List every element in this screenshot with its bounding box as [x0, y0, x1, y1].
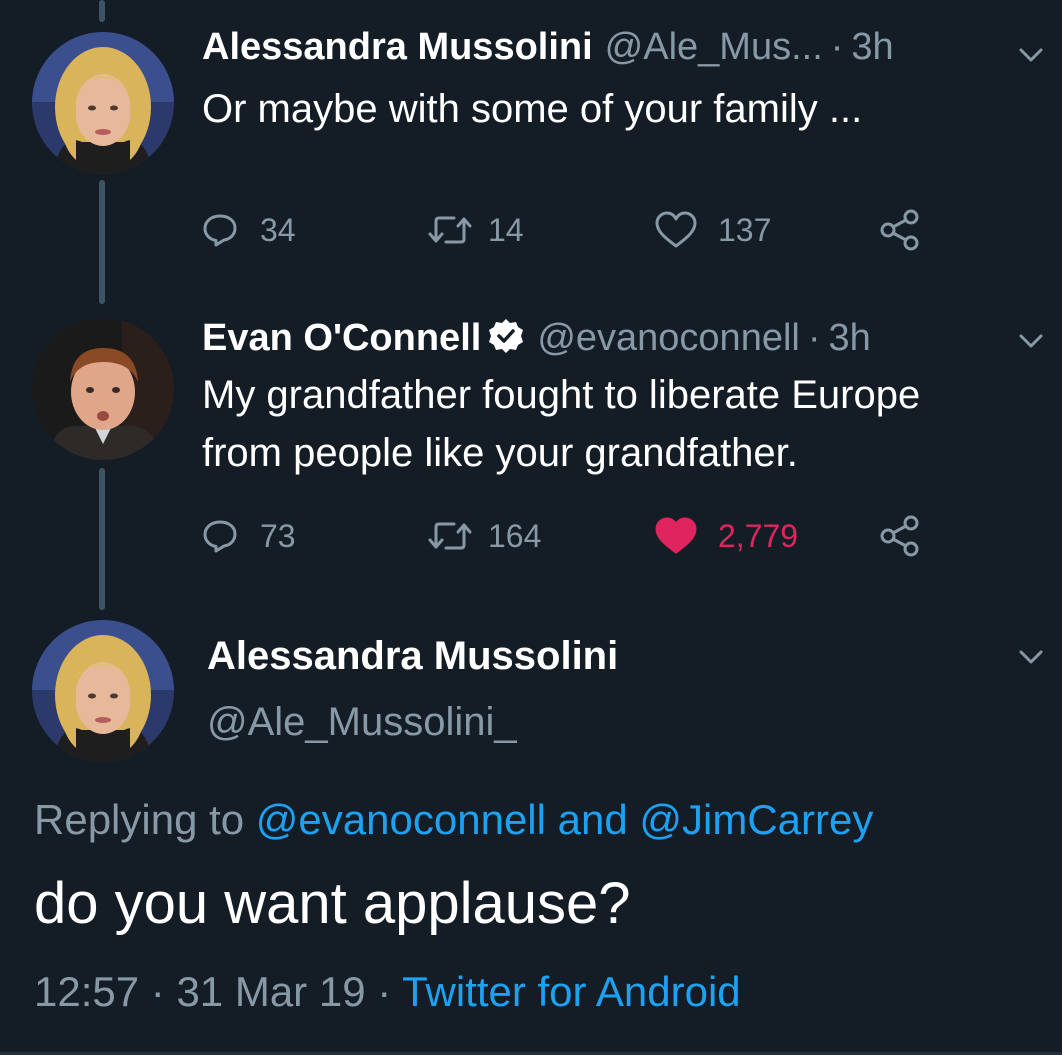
reply-icon: [203, 214, 237, 247]
tweet-date: 31 Mar 19: [176, 968, 366, 1015]
retweet-button[interactable]: 164: [428, 511, 541, 561]
share-icon: [880, 515, 919, 557]
tweet-header: Evan O'Connell @evanoconnell · 3h: [202, 312, 871, 360]
author-handle[interactable]: @evanoconnell: [537, 317, 800, 360]
blonde-woman-avatar-image: [32, 620, 174, 762]
thread-line-2: [99, 468, 105, 610]
reply-mention-link[interactable]: @evanoconnell: [256, 796, 546, 843]
like-count: 2,779: [718, 517, 799, 554]
red-haired-man-avatar-image: [32, 318, 174, 460]
separator-dot: ·: [150, 968, 165, 1015]
heart-icon: [655, 211, 697, 248]
retweet-icon: [428, 522, 472, 550]
retweet-button[interactable]: 14: [428, 205, 524, 255]
replying-to-label: Replying to: [34, 796, 245, 843]
like-button[interactable]: 2,779: [654, 511, 798, 561]
retweet-count: 14: [488, 211, 524, 248]
chevron-down-icon[interactable]: [1016, 642, 1046, 672]
author-handle[interactable]: @Ale_Mus...: [605, 26, 823, 69]
tweet-time: 12:57: [34, 968, 140, 1015]
tweet-text-line: from people like your grandfather.: [202, 431, 798, 475]
like-button[interactable]: 137: [654, 205, 771, 255]
author-handle[interactable]: @Ale_Mussolini_: [207, 700, 517, 745]
share-button[interactable]: [878, 205, 922, 255]
author-name[interactable]: Evan O'Connell: [202, 317, 481, 360]
verified-badge-icon: [489, 319, 524, 353]
avatar[interactable]: [32, 318, 174, 460]
retweet-count: 164: [488, 517, 542, 554]
reply-count: 73: [260, 517, 296, 554]
thread-line-1: [99, 180, 105, 304]
author-name[interactable]: Alessandra Mussolini: [207, 634, 618, 679]
reply-icon: [203, 520, 237, 553]
tweet-header: Alessandra Mussolini @Ale_Mus... · 3h: [202, 26, 894, 69]
reply-button[interactable]: 73: [202, 511, 296, 561]
tweet-time[interactable]: 3h: [829, 317, 871, 360]
like-count: 137: [718, 211, 772, 248]
separator-dot: ·: [830, 26, 844, 68]
tweet-meta: 12:57 · 31 Mar 19 · Twitter for Android: [34, 968, 741, 1016]
chevron-down-icon[interactable]: [1016, 40, 1046, 70]
tweet-text-line: Or maybe with some of your family ...: [202, 87, 863, 131]
replying-to: Replying to @evanoconnell and @JimCarrey: [34, 796, 873, 844]
blonde-woman-avatar-image: [32, 32, 174, 174]
avatar[interactable]: [32, 32, 174, 174]
tweet-source-link[interactable]: Twitter for Android: [402, 968, 740, 1015]
tweet-thread-page: Alessandra Mussolini @Ale_Mus... · 3h Or…: [0, 0, 1062, 1055]
reply-mention-link[interactable]: @JimCarrey: [639, 796, 873, 843]
avatar[interactable]: [32, 620, 174, 762]
retweet-icon: [428, 216, 472, 244]
share-button[interactable]: [878, 511, 922, 561]
reply-count: 34: [260, 211, 296, 248]
tweet-text: Or maybe with some of your family ...: [202, 80, 862, 138]
separator-dot: ·: [377, 968, 392, 1015]
separator-dot: ·: [807, 317, 821, 359]
tweet-time[interactable]: 3h: [851, 26, 893, 69]
thread-line-top: [99, 0, 105, 22]
reply-and-label[interactable]: and: [558, 796, 628, 843]
author-name[interactable]: Alessandra Mussolini: [202, 26, 593, 69]
share-icon: [880, 209, 919, 251]
tweet-text: do you want applause?: [34, 871, 631, 936]
chevron-down-icon[interactable]: [1016, 326, 1046, 356]
tweet-text-line: My grandfather fought to liberate Europe: [202, 373, 921, 417]
reply-button[interactable]: 34: [202, 205, 296, 255]
heart-filled-icon: [655, 517, 697, 554]
tweet-text: My grandfather fought to liberate Europe…: [202, 366, 920, 482]
